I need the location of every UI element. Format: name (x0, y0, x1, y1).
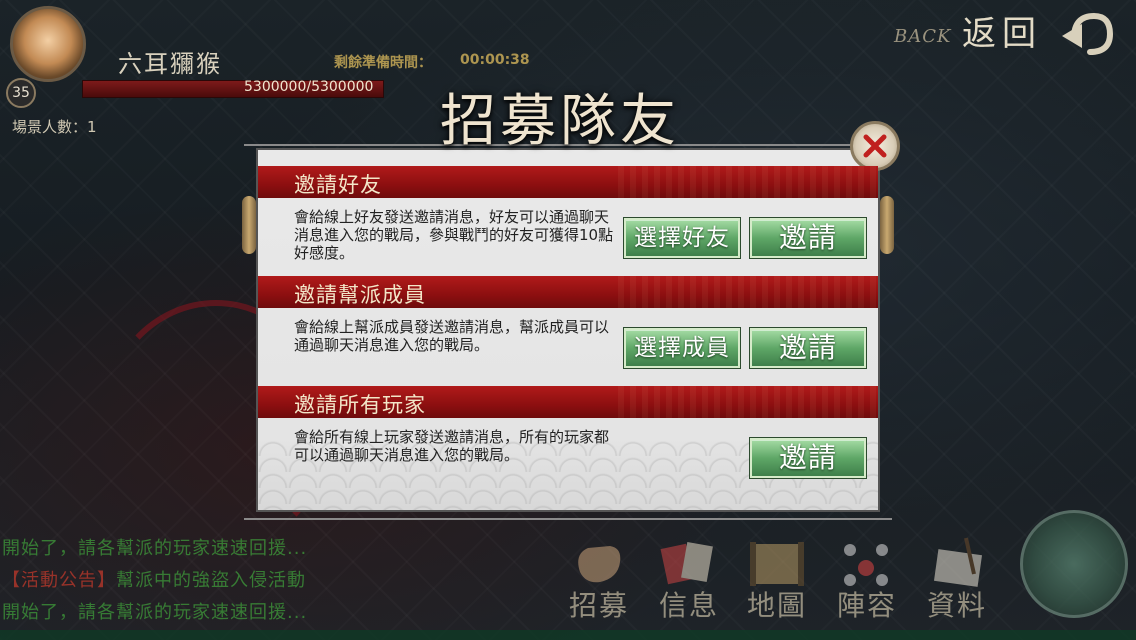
hp-text: 5300000/5300000 (244, 79, 374, 95)
menu-info[interactable]: 信息 (646, 528, 732, 624)
back-arrow-icon (1062, 12, 1114, 55)
section-title: 邀請所有玩家 (294, 393, 426, 417)
menu-label: 信息 (658, 589, 719, 622)
section-header-guild: 邀請幫派成員 (258, 276, 878, 308)
menu-label: 地圖 (746, 589, 807, 622)
menu-label: 招募 (568, 589, 629, 622)
chat-line: 開始了，請各幫派的玩家速速回援... (2, 538, 308, 559)
level-badge: 35 (6, 78, 36, 108)
prep-time-label: 剩餘準備時間： (334, 55, 432, 71)
dialog-title: 招募隊友 (440, 89, 680, 154)
select-friends-button[interactable]: 選擇好友 (624, 218, 740, 258)
scene-player-count: 場景人數：1 (12, 118, 97, 136)
back-button[interactable]: BACK 返回 (888, 4, 1128, 60)
menu-profile[interactable]: 資料 (914, 528, 1000, 624)
chat-line: 開始了，請各幫派的玩家速速回援... (2, 602, 308, 623)
invite-friends-button[interactable]: 邀請 (750, 218, 866, 258)
section-description: 會給線上好友發送邀請消息，好友可以通過聊天消息進入您的戰局，參與戰鬥的好友可獲得… (294, 208, 614, 262)
back-label-zh: 返回 (962, 14, 1042, 54)
bottom-bar (0, 630, 1136, 640)
section-header-all-players: 邀請所有玩家 (258, 386, 878, 418)
close-icon (863, 134, 887, 158)
scroll-rod-left (242, 196, 256, 254)
chat-text: 幫派中的強盜入侵活動 (116, 570, 306, 591)
select-members-button[interactable]: 選擇成員 (624, 328, 740, 368)
skill-joystick[interactable] (1020, 510, 1128, 618)
section-title: 邀請好友 (294, 173, 382, 197)
close-button[interactable] (850, 121, 900, 171)
section-description: 會給所有線上玩家發送邀請消息，所有的玩家都可以通過聊天消息進入您的戰局。 (294, 428, 610, 464)
menu-label: 資料 (926, 589, 987, 622)
player-name: 六耳獼猴 (118, 50, 222, 78)
section-description: 會給線上幫派成員發送邀請消息，幫派成員可以通過聊天消息進入您的戰局。 (294, 318, 610, 354)
menu-recruit[interactable]: 招募 (556, 528, 642, 624)
section-header-friends: 邀請好友 (258, 166, 878, 198)
menu-formation[interactable]: 陣容 (824, 528, 910, 624)
player-avatar[interactable] (10, 6, 86, 82)
prep-time-value: 00:00:38 (460, 52, 530, 68)
back-label-en: BACK (894, 26, 952, 47)
invite-guild-button[interactable]: 邀請 (750, 328, 866, 368)
menu-map[interactable]: 地圖 (734, 528, 820, 624)
scroll-rod-right (880, 196, 894, 254)
invite-all-button[interactable]: 邀請 (750, 438, 866, 478)
chat-tag: 【活動公告】 (2, 570, 116, 591)
section-title: 邀請幫派成員 (294, 283, 426, 307)
menu-label: 陣容 (836, 589, 897, 622)
chat-line: 【活動公告】幫派中的強盜入侵活動 (2, 566, 306, 592)
